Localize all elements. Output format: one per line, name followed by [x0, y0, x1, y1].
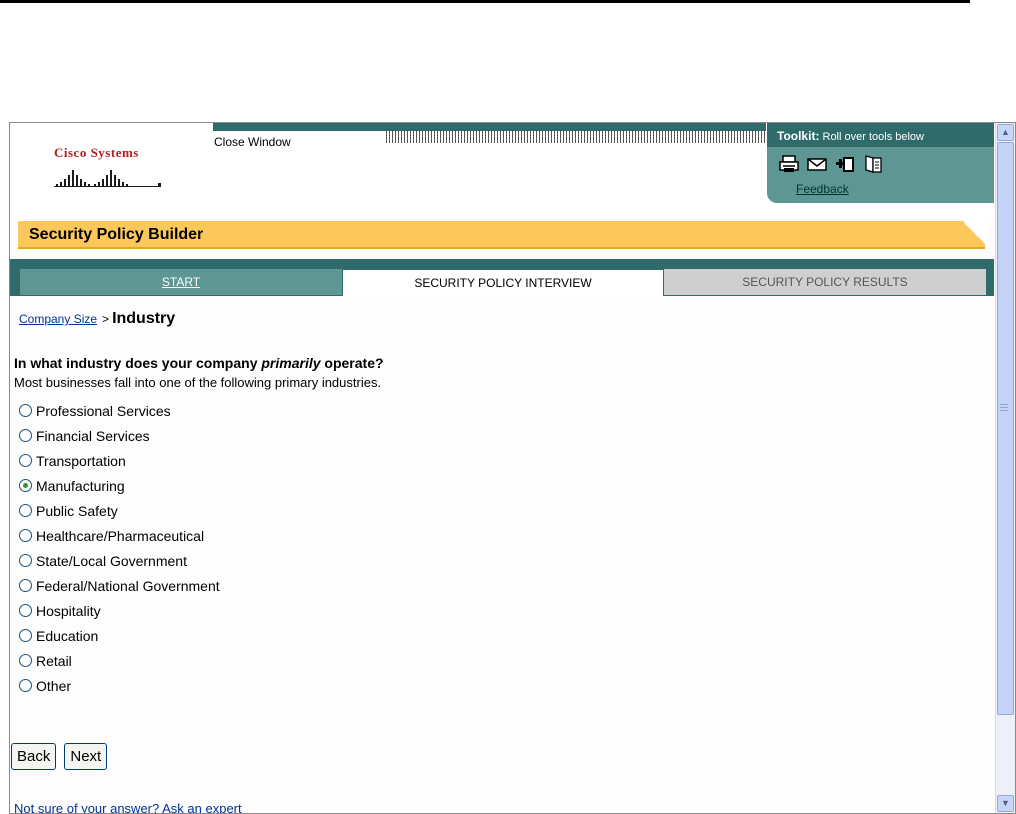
radio-selected-dot	[23, 483, 28, 488]
option-professional-services[interactable]: Professional Services	[19, 398, 220, 423]
toolkit-subtitle: Roll over tools below	[822, 131, 925, 143]
back-button[interactable]: Back	[11, 743, 57, 770]
top-rule	[0, 0, 970, 3]
option-label: Federal/National Government	[36, 577, 220, 594]
question-part-2: operate?	[320, 355, 384, 371]
scrollbar-thumb[interactable]	[997, 142, 1014, 715]
scroll-down-icon[interactable]: ▼	[997, 795, 1014, 812]
radio-button[interactable]	[19, 579, 32, 592]
option-manufacturing[interactable]: Manufacturing	[19, 473, 220, 498]
question-emphasis: primarily	[261, 355, 321, 371]
option-label: State/Local Government	[36, 552, 187, 569]
industry-options: Professional Services Financial Services…	[19, 398, 220, 698]
page-header: Cisco Systems Close Window Toolkit: Roll…	[10, 123, 994, 219]
logo-text: Cisco Systems	[54, 145, 139, 160]
nav-buttons: Back Next	[11, 743, 108, 770]
question-text: In what industry does your company prima…	[14, 355, 384, 371]
radio-button[interactable]	[19, 679, 32, 692]
toolkit-title: Toolkit:	[777, 129, 820, 143]
header-stripe	[213, 123, 766, 131]
page-title: Security Policy Builder	[29, 226, 204, 243]
print-icon[interactable]	[779, 155, 799, 173]
toolkit-panel: Toolkit: Roll over tools below Feedback	[767, 123, 994, 203]
title-bar: Security Policy Builder	[18, 220, 986, 249]
next-button[interactable]: Next	[64, 743, 108, 770]
toolkit-icons	[779, 155, 883, 173]
breadcrumb-current: Industry	[112, 310, 176, 327]
radio-button[interactable]	[19, 554, 32, 567]
radio-button[interactable]	[19, 529, 32, 542]
tab-security-policy-results: SECURITY POLICY RESULTS	[664, 269, 986, 295]
ask-expert-link[interactable]: Not sure of your answer? Ask an expert	[14, 801, 242, 813]
radio-button[interactable]	[19, 454, 32, 467]
option-transportation[interactable]: Transportation	[19, 448, 220, 473]
radio-button[interactable]	[19, 504, 32, 517]
option-federal-national-government[interactable]: Federal/National Government	[19, 573, 220, 598]
vertical-scrollbar[interactable]: ▲ ▼	[995, 123, 1015, 813]
close-window-link[interactable]: Close Window	[214, 135, 291, 149]
option-label: Public Safety	[36, 502, 118, 519]
option-healthcare-pharmaceutical[interactable]: Healthcare/Pharmaceutical	[19, 523, 220, 548]
option-financial-services[interactable]: Financial Services	[19, 423, 220, 448]
browser-window: Cisco Systems Close Window Toolkit: Roll…	[9, 122, 1016, 814]
document-icon[interactable]	[863, 155, 883, 173]
option-label: Other	[36, 677, 72, 694]
option-label: Education	[36, 627, 99, 644]
breadcrumb: Company Size > Industry	[19, 310, 175, 328]
radio-button[interactable]	[19, 429, 32, 442]
option-state-local-government[interactable]: State/Local Government	[19, 548, 220, 573]
scroll-up-icon[interactable]: ▲	[997, 124, 1014, 141]
option-label: Retail	[36, 652, 72, 669]
question-helper: Most businesses fall into one of the fol…	[14, 375, 382, 390]
breadcrumb-company-size-link[interactable]: Company Size	[19, 312, 97, 326]
add-icon[interactable]	[835, 155, 855, 173]
option-other[interactable]: Other	[19, 673, 220, 698]
option-label: Healthcare/Pharmaceutical	[36, 527, 205, 544]
option-label: Transportation	[36, 452, 126, 469]
radio-button[interactable]	[19, 404, 32, 417]
option-label: Professional Services	[36, 402, 171, 419]
logo-bars-icon	[54, 170, 161, 187]
option-label: Financial Services	[36, 427, 150, 444]
option-hospitality[interactable]: Hospitality	[19, 598, 220, 623]
tab-start[interactable]: START	[20, 269, 342, 295]
toolkit-header: Toolkit: Roll over tools below	[767, 123, 994, 147]
option-public-safety[interactable]: Public Safety	[19, 498, 220, 523]
option-education[interactable]: Education	[19, 623, 220, 648]
email-icon[interactable]	[807, 155, 827, 173]
radio-button[interactable]	[19, 654, 32, 667]
question-part-1: In what industry does your company	[14, 355, 262, 371]
option-label: Manufacturing	[36, 477, 125, 494]
radio-button[interactable]	[19, 604, 32, 617]
feedback-link[interactable]: Feedback	[796, 182, 849, 196]
option-label: Hospitality	[36, 602, 101, 619]
scrollbar-grip-icon	[1000, 404, 1008, 413]
radio-button-selected[interactable]	[19, 479, 32, 492]
cisco-logo: Cisco Systems	[54, 145, 166, 192]
radio-button[interactable]	[19, 629, 32, 642]
tab-security-policy-interview[interactable]: SECURITY POLICY INTERVIEW	[342, 269, 664, 296]
breadcrumb-separator: >	[102, 312, 110, 326]
option-retail[interactable]: Retail	[19, 648, 220, 673]
header-hatch	[386, 131, 766, 143]
